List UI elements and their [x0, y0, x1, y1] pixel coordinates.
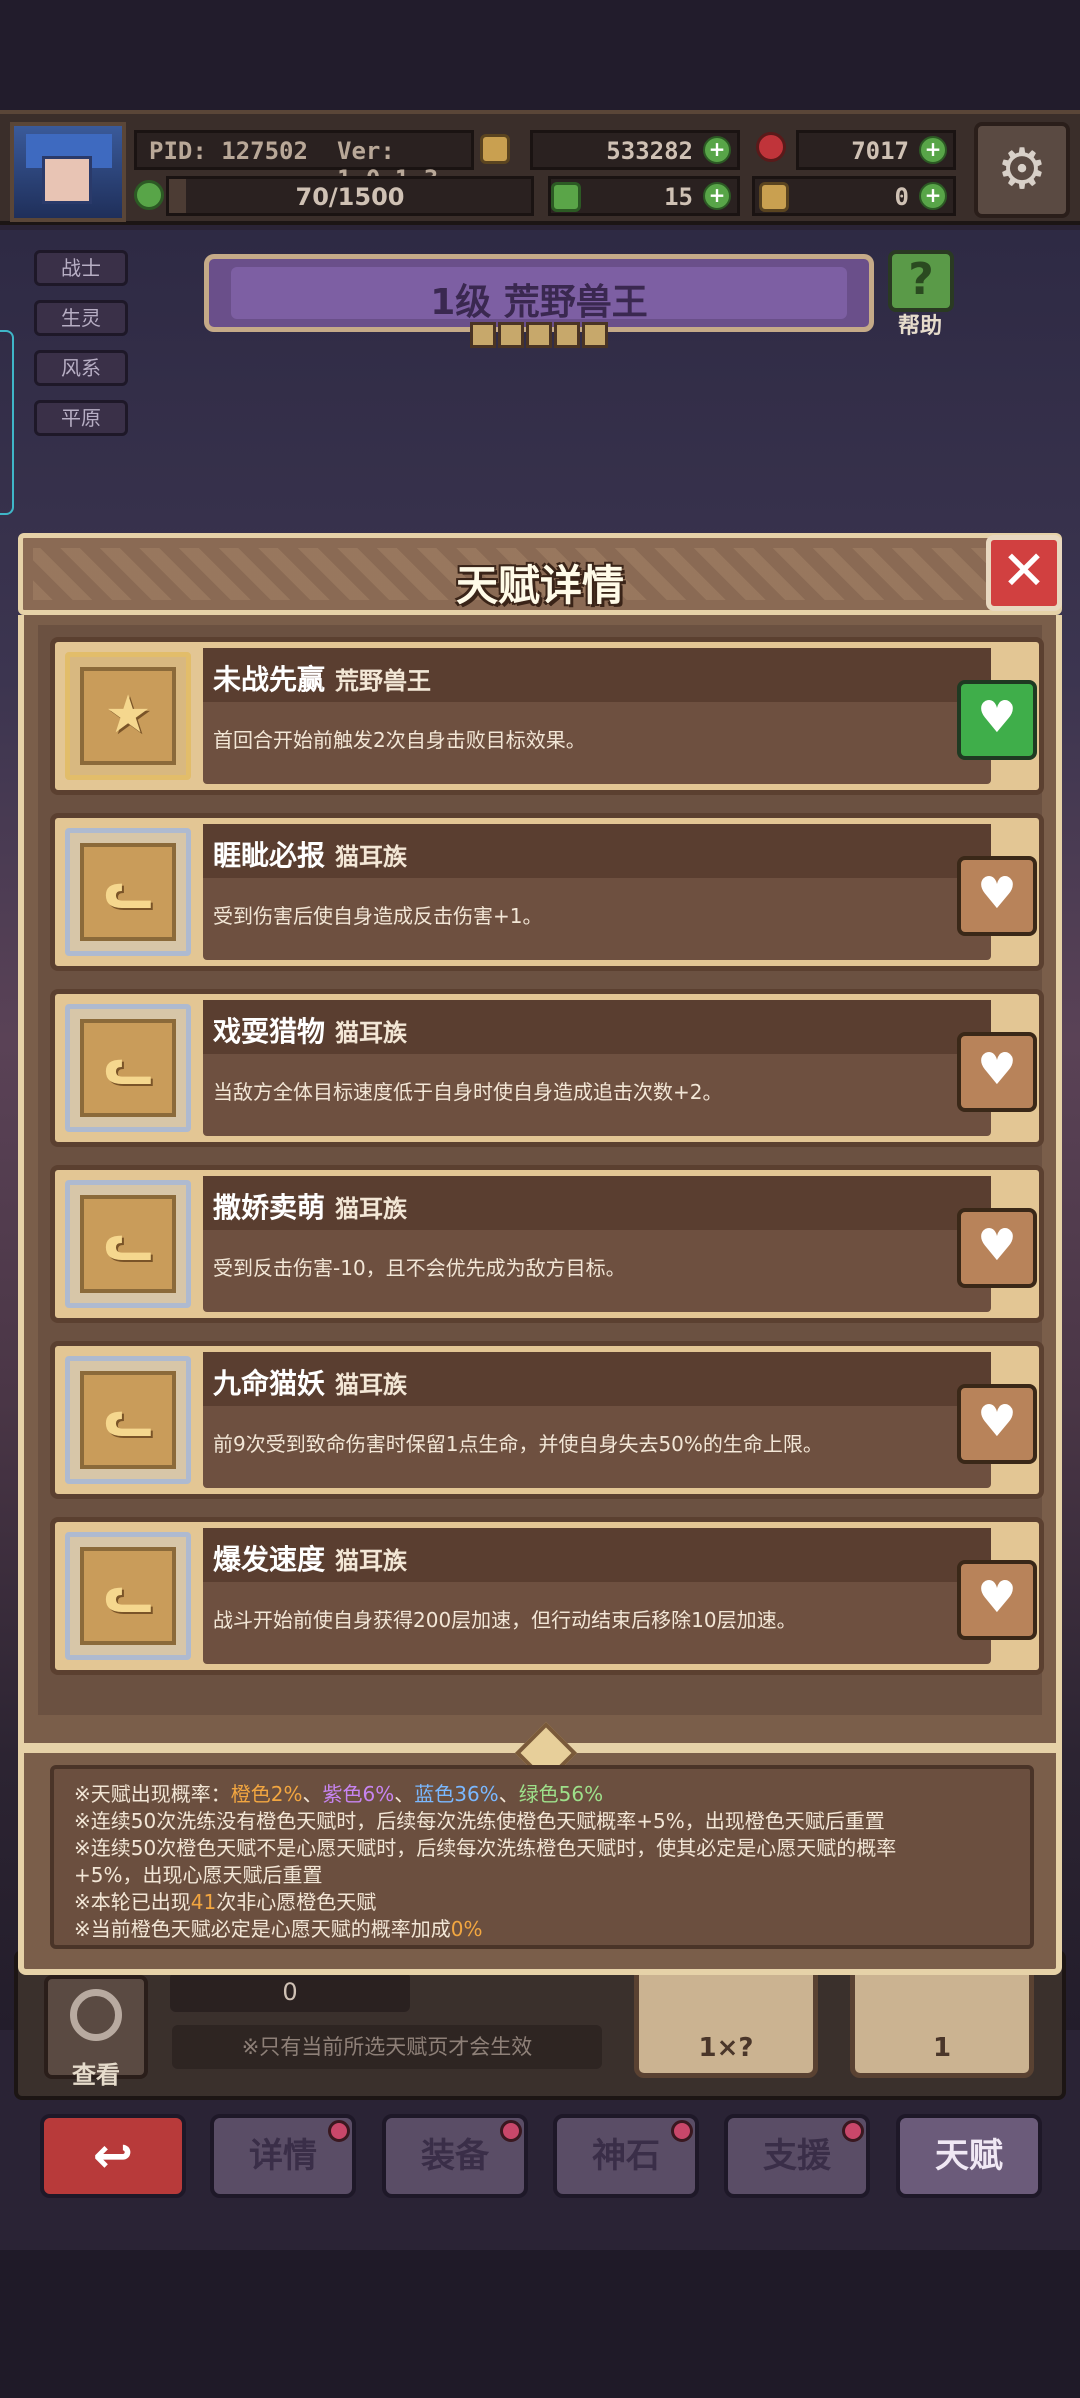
favorite-toggle[interactable]: ♥	[957, 680, 1037, 760]
modal-title: 天赋详情	[455, 561, 624, 610]
talent-content: 睚眦必报 猫耳族 受到伤害后使自身造成反击伤害+1。	[203, 824, 991, 960]
cat-talent-icon: ᓚ	[80, 1371, 176, 1469]
close-button[interactable]: ✕	[986, 535, 1062, 611]
modal-body: ★ 未战先赢 荒野兽王 首回合开始前触发2次自身击败目标效果。 ♥ ᓚ 睚眦必报猫…	[18, 615, 1062, 1975]
favorite-toggle[interactable]: ♥	[957, 1560, 1037, 1640]
talent-description: 前9次受到致命伤害时保留1点生命，并使自身失去50%的生命上限。	[213, 1432, 823, 1456]
talent-name-text: 戏耍猎物	[213, 1015, 326, 1048]
talent-content: 撒娇卖萌 猫耳族 受到反击伤害-10，且不会优先成为敌方目标。	[203, 1176, 991, 1312]
talent-name-text: 未战先赢	[213, 663, 326, 696]
talent-tribe: 荒野兽王	[335, 667, 432, 695]
talent-name: 九命猫妖 猫耳族	[213, 1362, 407, 1402]
talent-name-text: 撒娇卖萌	[213, 1191, 326, 1224]
heart-icon: ♥	[977, 692, 1017, 743]
info-line-rates: ※天赋出现概率：橙色2%、紫色6%、蓝色36%、绿色56%	[74, 1781, 1010, 1808]
talent-name-bar: 睚眦必报 猫耳族	[203, 824, 991, 878]
favorite-toggle[interactable]: ♥	[957, 856, 1037, 936]
favorite-toggle[interactable]: ♥	[957, 1384, 1037, 1464]
rate-purple: 紫色6%	[322, 1782, 395, 1806]
info-line-bonus: ※当前橙色天赋必定是心愿天赋的概率加成0%	[74, 1916, 1010, 1943]
talent-detail-modal: 天赋详情 ✕ ★ 未战先赢 荒野兽王 首回合开始前触发2次自身击败目标效果。 ♥ …	[18, 533, 1062, 1975]
count-prefix: ※本轮已出现	[74, 1890, 191, 1914]
talent-description: 当敌方全体目标速度低于自身时使自身造成追击次数+2。	[213, 1080, 723, 1104]
talent-name-bar: 未战先赢 荒野兽王	[203, 648, 991, 702]
talent-name: 戏耍猎物 猫耳族	[213, 1010, 407, 1050]
star-talent-icon: ★	[80, 667, 176, 765]
bonus-prefix: ※当前橙色天赋必定是心愿天赋的概率加成	[74, 1917, 451, 1941]
info-line-wish-cont: +5%，出现心愿天赋后重置	[74, 1863, 323, 1887]
info-line-count: ※本轮已出现41次非心愿橙色天赋	[74, 1889, 1010, 1916]
cat-talent-icon: ᓚ	[80, 1547, 176, 1645]
talent-name-bar: 爆发速度 猫耳族	[203, 1528, 991, 1582]
talent-name: 撒娇卖萌 猫耳族	[213, 1186, 407, 1226]
talent-content: 九命猫妖 猫耳族 前9次受到致命伤害时保留1点生命，并使自身失去50%的生命上限。	[203, 1352, 991, 1488]
talent-name: 未战先赢 荒野兽王	[213, 658, 431, 698]
talent-tribe: 猫耳族	[335, 1195, 408, 1223]
talent-card[interactable]: ᓚ 撒娇卖萌 猫耳族 受到反击伤害-10，且不会优先成为敌方目标。 ♥	[50, 1165, 1044, 1323]
talent-name-text: 睚眦必报	[213, 839, 326, 872]
heart-icon: ♥	[977, 1396, 1017, 1447]
favorite-toggle[interactable]: ♥	[957, 1032, 1037, 1112]
talent-description: 首回合开始前触发2次自身击败目标效果。	[213, 728, 586, 752]
modal-header: 天赋详情	[18, 533, 1062, 615]
talent-tribe: 猫耳族	[335, 843, 408, 871]
non-wish-count: 41	[190, 1890, 217, 1914]
cat-talent-icon: ᓚ	[80, 1195, 176, 1293]
rate-blue: 蓝色36%	[414, 1782, 499, 1806]
close-icon: ✕	[1001, 539, 1047, 602]
talent-icon-frame: ★	[65, 652, 191, 780]
talent-card[interactable]: ᓚ 爆发速度 猫耳族 战斗开始前使自身获得200层加速，但行动结束后移除10层加速…	[50, 1517, 1044, 1675]
talent-content: 戏耍猎物 猫耳族 当敌方全体目标速度低于自身时使自身造成追击次数+2。	[203, 1000, 991, 1136]
talent-name-text: 爆发速度	[213, 1543, 326, 1576]
info-line-pity: ※连续50次洗练没有橙色天赋时，后续每次洗练使橙色天赋概率+5%，出现橙色天赋后…	[74, 1809, 885, 1833]
rate-orange: 橙色2%	[230, 1782, 303, 1806]
rate-green: 绿色56%	[518, 1782, 604, 1806]
talent-name-bar: 戏耍猎物 猫耳族	[203, 1000, 991, 1054]
talent-tribe: 猫耳族	[335, 1371, 408, 1399]
talent-description: 战斗开始前使自身获得200层加速，但行动结束后移除10层加速。	[213, 1608, 797, 1632]
count-suffix: 次非心愿橙色天赋	[216, 1890, 377, 1914]
talent-content: 爆发速度 猫耳族 战斗开始前使自身获得200层加速，但行动结束后移除10层加速。	[203, 1528, 991, 1664]
wish-bonus-value: 0%	[450, 1917, 483, 1941]
talent-icon-frame: ᓚ	[65, 1180, 191, 1308]
talent-name: 睚眦必报 猫耳族	[213, 834, 407, 874]
talent-icon-frame: ᓚ	[65, 1356, 191, 1484]
talent-description: 受到伤害后使自身造成反击伤害+1。	[213, 904, 543, 928]
cat-talent-icon: ᓚ	[80, 1019, 176, 1117]
favorite-toggle[interactable]: ♥	[957, 1208, 1037, 1288]
heart-icon: ♥	[977, 1220, 1017, 1271]
rate-separator: 、	[498, 1782, 519, 1806]
rates-prefix: ※天赋出现概率：	[74, 1782, 231, 1806]
probability-info: ※天赋出现概率：橙色2%、紫色6%、蓝色36%、绿色56% ※连续50次洗练没有…	[50, 1765, 1034, 1949]
heart-icon: ♥	[977, 1044, 1017, 1095]
talent-card[interactable]: ᓚ 戏耍猎物 猫耳族 当敌方全体目标速度低于自身时使自身造成追击次数+2。 ♥	[50, 989, 1044, 1147]
cat-talent-icon: ᓚ	[80, 843, 176, 941]
talent-description: 受到反击伤害-10，且不会优先成为敌方目标。	[213, 1256, 626, 1280]
talent-card[interactable]: ᓚ 九命猫妖 猫耳族 前9次受到致命伤害时保留1点生命，并使自身失去50%的生命上…	[50, 1341, 1044, 1499]
talent-tribe: 猫耳族	[335, 1019, 408, 1047]
talent-card[interactable]: ★ 未战先赢 荒野兽王 首回合开始前触发2次自身击败目标效果。 ♥	[50, 637, 1044, 795]
talent-name-bar: 九命猫妖 猫耳族	[203, 1352, 991, 1406]
info-line-wish: ※连续50次橙色天赋不是心愿天赋时，后续每次洗练橙色天赋时，使其必定是心愿天赋的…	[74, 1836, 897, 1860]
talent-name-text: 九命猫妖	[213, 1367, 326, 1400]
talent-icon-frame: ᓚ	[65, 1532, 191, 1660]
heart-icon: ♥	[977, 868, 1017, 919]
talent-card[interactable]: ᓚ 睚眦必报 猫耳族 受到伤害后使自身造成反击伤害+1。 ♥	[50, 813, 1044, 971]
rate-separator: 、	[302, 1782, 323, 1806]
talent-icon-frame: ᓚ	[65, 828, 191, 956]
talent-name: 爆发速度 猫耳族	[213, 1538, 407, 1578]
rate-separator: 、	[394, 1782, 415, 1806]
talent-content: 未战先赢 荒野兽王 首回合开始前触发2次自身击败目标效果。	[203, 648, 991, 784]
heart-icon: ♥	[977, 1572, 1017, 1623]
talent-tribe: 猫耳族	[335, 1547, 408, 1575]
talent-name-bar: 撒娇卖萌 猫耳族	[203, 1176, 991, 1230]
talent-icon-frame: ᓚ	[65, 1004, 191, 1132]
